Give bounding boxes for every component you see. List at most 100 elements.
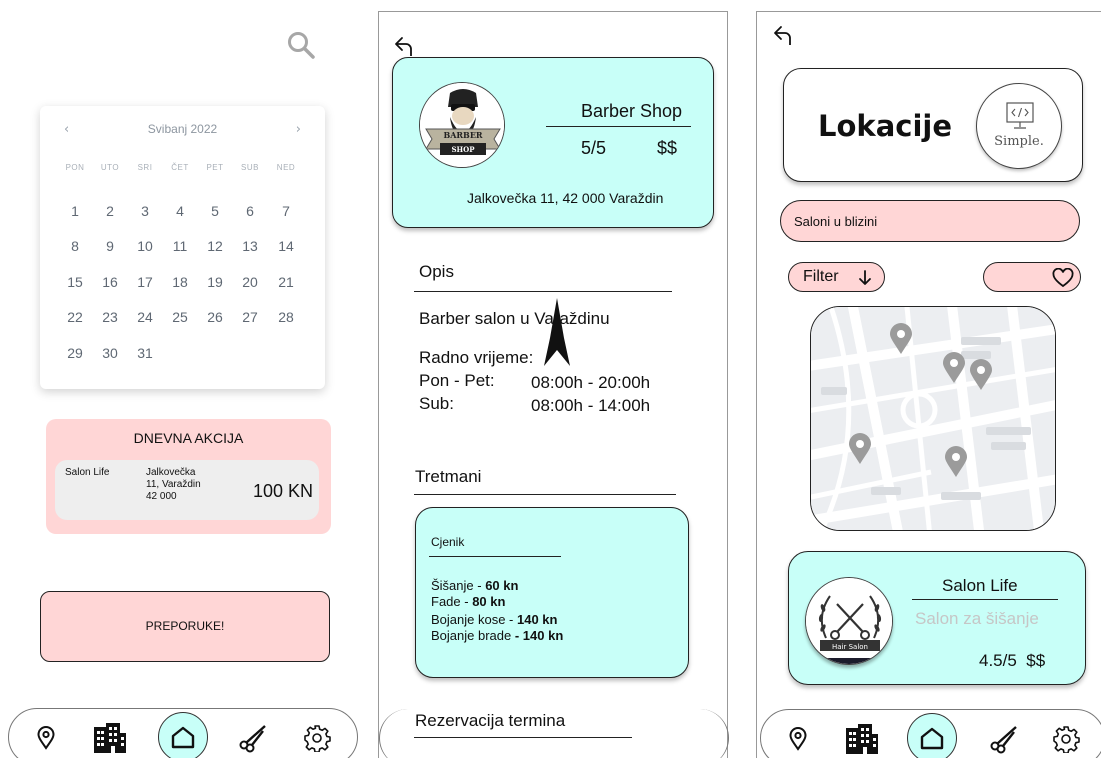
- treatment-name: Fade -: [431, 594, 473, 609]
- calendar-day[interactable]: 1: [60, 203, 90, 219]
- calendar-day[interactable]: 21: [271, 274, 301, 290]
- map-pin-icon[interactable]: [848, 433, 872, 465]
- calendar-day[interactable]: 11: [165, 238, 195, 254]
- calendar-day[interactable]: 17: [130, 274, 160, 290]
- calendar-day[interactable]: 5: [200, 203, 230, 219]
- search-icon[interactable]: [286, 30, 318, 62]
- calendar-day[interactable]: 2: [95, 203, 125, 219]
- calendar-day[interactable]: 31: [130, 345, 160, 361]
- treatment-name: Bojanje brade: [431, 628, 515, 643]
- calendar-day[interactable]: 18: [165, 274, 195, 290]
- daily-deal-card[interactable]: Salon Life Jalkovečka 11, Varaždin 42 00…: [55, 460, 319, 520]
- calendar-day[interactable]: 3: [130, 203, 160, 219]
- logo-text-hair-salon: Hair Salon: [832, 643, 868, 651]
- calendar-day[interactable]: 23: [95, 309, 125, 325]
- shop-rating: 5/5: [581, 138, 607, 158]
- price-list-card: Cjenik Šišanje - 60 kn Fade - 80 kn Boja…: [415, 507, 689, 678]
- hours-day: Pon - Pet:: [419, 371, 495, 390]
- divider: [429, 556, 561, 557]
- location-icon[interactable]: [777, 718, 819, 758]
- divider: [912, 599, 1058, 600]
- deal-address-line: Jalkovečka: [146, 467, 196, 478]
- calendar-day[interactable]: 16: [95, 274, 125, 290]
- treatment-name: Šišanje -: [431, 578, 486, 593]
- map-pin-icon[interactable]: [889, 323, 913, 355]
- shop-name: Barber Shop: [581, 101, 683, 121]
- home-screen: ‹ Svibanj 2022 › PON UTO SRI ČET PET SUB NED 1 2…: [0, 0, 370, 758]
- bottom-nav: [8, 708, 358, 758]
- calendar-day[interactable]: 19: [200, 274, 230, 290]
- location-icon[interactable]: [25, 717, 67, 758]
- calendar-day[interactable]: 10: [130, 238, 160, 254]
- calendar-day[interactable]: 24: [130, 309, 160, 325]
- back-arrow-icon[interactable]: [772, 24, 794, 46]
- logo-text-barber: BARBER: [443, 130, 482, 140]
- treatment-name: Bojanje kose -: [431, 612, 517, 627]
- map[interactable]: [810, 306, 1056, 531]
- favorites-button[interactable]: [983, 262, 1081, 292]
- scissors-icon[interactable]: [983, 718, 1025, 758]
- hours-title: Radno vrijeme:: [419, 348, 534, 367]
- nearby-salons-button[interactable]: Saloni u blizini: [780, 200, 1080, 242]
- monitor-code-icon: [1006, 102, 1034, 129]
- calendar-day[interactable]: 13: [235, 238, 265, 254]
- salon-rating: 4.5/5 $$: [979, 651, 1045, 671]
- divider: [414, 737, 632, 738]
- calendar-day[interactable]: 4: [165, 203, 195, 219]
- daily-deal: DNEVNA AKCIJA Salon Life Jalkovečka 11, …: [46, 419, 331, 534]
- chevron-right-icon[interactable]: ›: [296, 122, 301, 137]
- home-icon[interactable]: [907, 713, 957, 758]
- map-streets: [811, 307, 1055, 530]
- calendar-day[interactable]: 26: [200, 309, 230, 325]
- weekday-label: PET: [206, 163, 224, 172]
- map-pin-icon[interactable]: [942, 352, 966, 384]
- map-pin-icon[interactable]: [969, 359, 993, 391]
- building-icon[interactable]: [841, 718, 883, 758]
- divider: [414, 291, 672, 292]
- locations-header-card: Lokacije Simple.: [783, 68, 1083, 182]
- calendar-day[interactable]: 12: [200, 238, 230, 254]
- calendar-day[interactable]: 20: [235, 274, 265, 290]
- calendar-day[interactable]: 30: [95, 345, 125, 361]
- brand-label: Simple.: [994, 134, 1044, 149]
- building-icon[interactable]: [89, 717, 131, 758]
- calendar-header: ‹ Svibanj 2022 ›: [40, 122, 325, 140]
- shop-price-level: $$: [657, 138, 678, 158]
- bottom-nav: [760, 709, 1101, 758]
- calendar-day[interactable]: 29: [60, 345, 90, 361]
- hours-day: Sub:: [419, 394, 454, 413]
- calendar-day[interactable]: 22: [60, 309, 90, 325]
- calendar-day[interactable]: 27: [235, 309, 265, 325]
- calendar-day[interactable]: 15: [60, 274, 90, 290]
- recommendations-button[interactable]: PREPORUKE!: [40, 591, 330, 662]
- nearby-salons-label: Saloni u blizini: [794, 214, 878, 229]
- home-icon[interactable]: [158, 712, 208, 758]
- calendar: ‹ Svibanj 2022 › PON UTO SRI ČET PET SUB NED 1 2…: [40, 106, 325, 389]
- calendar-day[interactable]: 25: [165, 309, 195, 325]
- calendar-day[interactable]: 28: [271, 309, 301, 325]
- description-text: Barber salon u Varaždinu: [419, 309, 610, 328]
- back-arrow-icon[interactable]: [393, 35, 415, 57]
- gear-icon[interactable]: [296, 717, 338, 758]
- arrow-down-icon: [859, 270, 871, 285]
- description-title: Opis: [419, 262, 454, 281]
- salon-card[interactable]: Hair Salon Salon Life Salon za šišanje 4…: [788, 551, 1086, 685]
- calendar-day[interactable]: 8: [60, 238, 90, 254]
- calendar-day[interactable]: 6: [235, 203, 265, 219]
- scissors-icon[interactable]: [232, 717, 274, 758]
- map-pin-icon[interactable]: [944, 446, 968, 478]
- reservation-title[interactable]: Rezervacija termina: [415, 711, 565, 731]
- calendar-day[interactable]: 14: [271, 238, 301, 254]
- hair-salon-logo: Hair Salon: [805, 577, 893, 665]
- calendar-day[interactable]: 7: [271, 203, 301, 219]
- calendar-day[interactable]: 9: [95, 238, 125, 254]
- price-row: Bojanje kose - 140 kn: [431, 612, 557, 628]
- gear-icon[interactable]: [1045, 718, 1087, 758]
- weekday-label: UTO: [100, 163, 120, 172]
- divider: [546, 126, 691, 127]
- pointer-cursor-icon: [544, 298, 570, 366]
- filter-button[interactable]: Filter: [788, 262, 885, 292]
- treatment-price: 60 kn: [485, 578, 519, 593]
- deal-address-line: 42 000: [146, 491, 177, 502]
- weekday-label: SUB: [241, 163, 259, 172]
